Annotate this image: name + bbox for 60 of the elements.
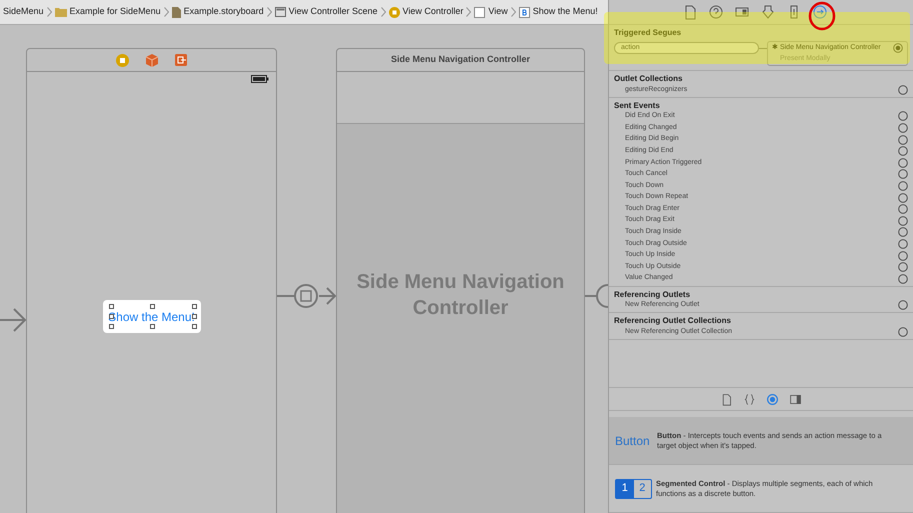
section-title: Triggered Segues [614, 27, 682, 39]
breadcrumb-item[interactable]: Show the Menu! [532, 5, 598, 19]
connection-circle-icon[interactable] [898, 180, 908, 191]
section-title: Referencing Outlet Collections [613, 315, 732, 326]
connection-circle-icon[interactable] [898, 262, 908, 272]
connection-circle-icon[interactable] [898, 84, 908, 95]
connection-circle-icon[interactable] [898, 122, 908, 133]
exit-icon[interactable] [175, 54, 187, 66]
breadcrumb-item[interactable]: SideMenu [3, 5, 44, 19]
segue-connector [585, 283, 608, 309]
button-icon [518, 6, 530, 18]
chevron-icon [510, 7, 516, 17]
section-title: Sent Events [613, 100, 661, 111]
folder-icon [54, 7, 67, 17]
battery-icon [251, 75, 269, 83]
connection-circle-icon[interactable] [898, 274, 908, 284]
view-icon [474, 6, 486, 18]
segment-label: 1 [616, 480, 634, 498]
connection-circle-icon[interactable] [898, 169, 908, 180]
section-title: Outlet Collections [613, 73, 684, 84]
arrow-circle-icon[interactable] [812, 4, 828, 20]
connection-circle-icon[interactable] [898, 238, 908, 249]
button-preview: Button [615, 432, 651, 450]
section-title: Referencing Outlets [613, 288, 692, 300]
breadcrumb-item[interactable]: Example.storyboard [184, 5, 264, 19]
connection-circle-icon[interactable] [898, 134, 908, 145]
connection-circle-icon[interactable] [898, 326, 908, 337]
connected-circle-icon[interactable] [893, 43, 903, 54]
chevron-icon [266, 7, 272, 17]
help-icon[interactable] [708, 4, 724, 20]
breadcrumb-item[interactable]: View [488, 5, 508, 19]
document-icon [172, 6, 181, 18]
file-icon[interactable] [720, 392, 733, 406]
connection-circle-icon[interactable] [898, 204, 908, 214]
chevron-icon [380, 7, 386, 17]
connection-circle-icon[interactable] [898, 250, 908, 261]
scene-title: Side Menu Navigation Controller [390, 53, 530, 66]
connection-circle-icon[interactable] [898, 111, 908, 122]
breadcrumb-item[interactable]: View Controller [402, 5, 464, 19]
entry-arrow [0, 306, 27, 334]
circle-annotation [807, 1, 837, 31]
connection-circle-icon[interactable] [898, 216, 908, 226]
connection-circle-icon[interactable] [898, 158, 908, 168]
panel-icon[interactable] [789, 392, 802, 406]
breadcrumb-item[interactable]: Example for SideMenu [70, 5, 161, 19]
resize-handle[interactable] [150, 324, 154, 329]
connection-circle-icon[interactable] [898, 227, 908, 238]
placeholder-title: Side Menu Navigation Controller [356, 270, 566, 321]
connection-circle-icon[interactable] [898, 146, 908, 156]
resize-handle[interactable] [150, 304, 154, 309]
scene-icon [274, 7, 286, 17]
chevron-icon [46, 7, 52, 17]
connection-circle-icon[interactable] [898, 300, 908, 310]
breadcrumb-item[interactable]: View Controller Scene [288, 5, 378, 19]
chevron-icon [164, 7, 169, 17]
chevron-icon [466, 7, 472, 17]
braces-icon[interactable] [743, 392, 756, 406]
connection-circle-icon[interactable] [898, 192, 908, 203]
controller-icon [388, 6, 400, 18]
segment-label: 2 [638, 481, 646, 496]
